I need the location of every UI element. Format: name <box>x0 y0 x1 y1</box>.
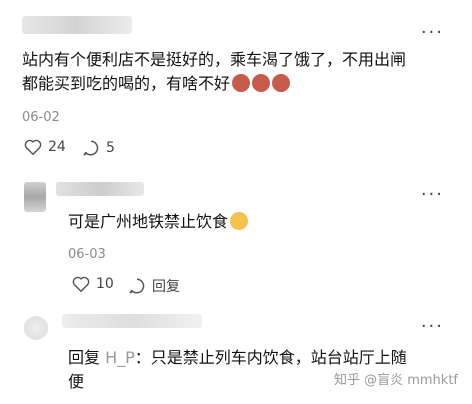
comment-bubble-icon <box>129 278 145 294</box>
reply-to-username[interactable]: H_P <box>105 348 135 367</box>
like-button[interactable]: 24 <box>24 139 66 155</box>
like-button[interactable]: 10 <box>72 276 114 292</box>
comment-text: 站内有个便利店不是挺好的，乘车渴了饿了，不用出闸 都能买到吃的喝的，有啥不好 <box>22 48 406 96</box>
emoji-icon <box>252 74 271 92</box>
watermark: 知乎 @盲炎 mmhktf <box>333 373 458 388</box>
heart-icon <box>24 139 42 155</box>
comment-line: 站内有个便利店不是挺好的，乘车渴了饿了，不用出闸 <box>22 50 407 69</box>
avatar[interactable] <box>24 182 46 212</box>
comment-date: 06-02 <box>22 110 60 125</box>
comment-line-text: 都能买到吃的喝的，有啥不好 <box>22 74 231 93</box>
heart-icon <box>72 276 90 292</box>
comment-line-text: ：只是禁止列车内饮食，站台站厅上随 <box>134 348 407 367</box>
blurred-username <box>22 16 132 34</box>
comment-bubble-icon <box>83 140 99 156</box>
more-options-button[interactable]: ··· <box>421 24 444 42</box>
more-options-button[interactable]: ··· <box>421 318 444 336</box>
reply-button[interactable]: 回复 <box>128 276 180 296</box>
reply-prefix: 回复 <box>68 348 106 367</box>
more-options-button[interactable]: ··· <box>421 186 444 204</box>
like-count: 10 <box>96 276 114 292</box>
comment-date: 06-03 <box>68 247 106 262</box>
avatar[interactable] <box>24 316 48 340</box>
reply-count: 5 <box>106 140 115 156</box>
comment-line-text: 可是广州地铁禁止饮食 <box>68 212 229 231</box>
emoji-icon <box>232 74 251 92</box>
reply-label: 回复 <box>152 279 180 295</box>
like-count: 24 <box>48 139 66 155</box>
emoji-icon <box>272 74 291 92</box>
blurred-username <box>62 314 202 328</box>
reply-button[interactable]: 5 <box>82 139 115 157</box>
emoji-icon <box>230 212 249 230</box>
comment-text: 可是广州地铁禁止饮食 <box>68 210 249 234</box>
comment-line: 回复 H_P：只是禁止列车内饮食，站台站厅上随 <box>68 346 458 370</box>
comment-line: 都能买到吃的喝的，有啥不好 <box>22 72 406 96</box>
blurred-username <box>56 182 144 196</box>
